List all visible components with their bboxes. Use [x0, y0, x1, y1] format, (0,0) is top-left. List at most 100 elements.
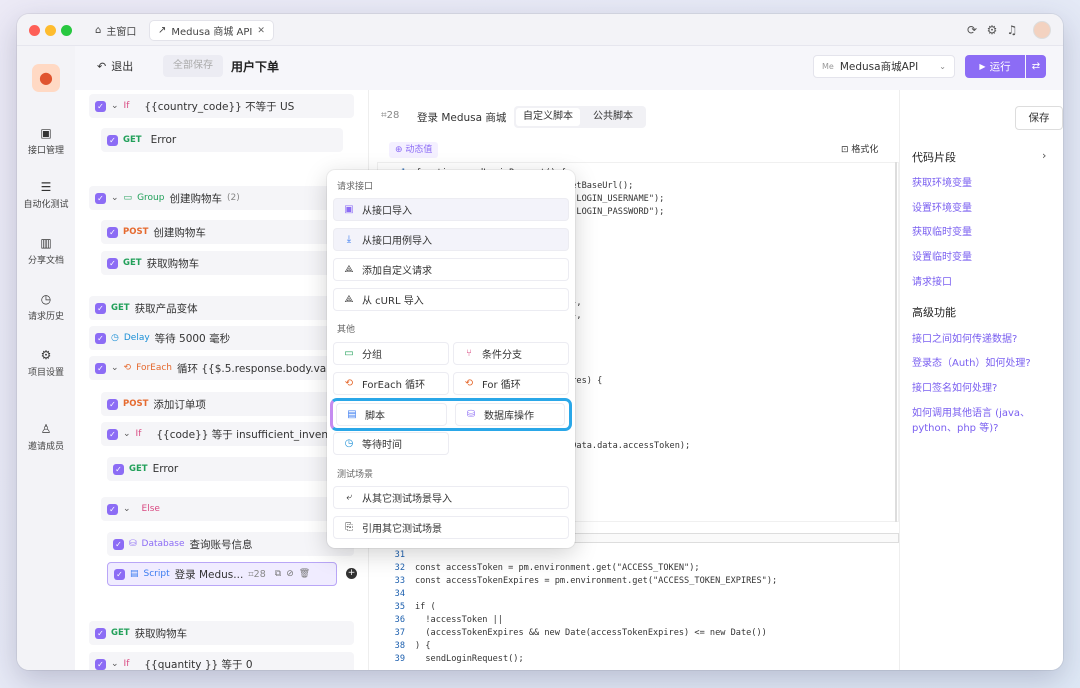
- flow-row-if[interactable]: ✓ ⌄ If {{code}} 等于 insufficient_invent: [101, 422, 354, 446]
- flow-row-database[interactable]: ✓ ⛁ Database 查询账号信息: [107, 532, 354, 556]
- flow-row-post[interactable]: ✓ POST 创建购物车: [101, 220, 343, 244]
- delete-icon[interactable]: 🗑: [299, 569, 310, 579]
- checkbox[interactable]: ✓: [107, 226, 118, 238]
- snippet-request-api[interactable]: 请求接口: [912, 275, 952, 290]
- help-link[interactable]: 接口之间如何传递数据?: [912, 332, 1017, 347]
- checkbox[interactable]: ✓: [113, 463, 124, 475]
- test-flow-tree: ✓ ⌄ If {{country_code}} 不等于 US ✓ GET Err…: [75, 90, 369, 670]
- menu-item-ref-scene[interactable]: ⎘ 引用其它测试场景: [333, 516, 569, 539]
- code-area-bottom[interactable]: 31 32 const accessToken = pm.environment.g…: [377, 545, 899, 670]
- flow-row-text: 查询账号信息: [189, 538, 253, 551]
- menu-item-condition[interactable]: ⑂ 条件分支: [453, 342, 569, 365]
- flow-row-get[interactable]: ✓ GET 获取购物车: [101, 251, 343, 275]
- sidebar-item-invite[interactable]: ♙ 邀请成员: [17, 422, 75, 452]
- menu-item-import-scene[interactable]: ⤶ 从其它测试场景导入: [333, 486, 569, 509]
- maximize-window-button[interactable]: [61, 25, 72, 36]
- refresh-icon[interactable]: ⟳: [965, 23, 979, 37]
- tab-custom-script[interactable]: 自定义脚本: [516, 108, 580, 126]
- menu-item-wait[interactable]: ◷ 等待时间: [333, 432, 449, 455]
- bell-icon[interactable]: ♫: [1005, 23, 1019, 37]
- close-window-button[interactable]: [29, 25, 40, 36]
- flow-row-get[interactable]: ✓ GET 获取产品变体: [89, 296, 354, 320]
- chevron-down-icon[interactable]: ⌄: [111, 193, 119, 203]
- chevron-right-icon[interactable]: ›: [1042, 149, 1046, 162]
- dynamic-value-button[interactable]: ⊕ 动态值: [389, 142, 439, 158]
- help-link[interactable]: 如何调用其他语言 (java、python、php 等)?: [912, 406, 1052, 436]
- environment-select[interactable]: Me Medusa商城API ⌄: [813, 55, 955, 78]
- snippet-set-temp[interactable]: 设置临时变量: [912, 250, 972, 265]
- chevron-down-icon[interactable]: ⌄: [111, 363, 119, 373]
- checkbox[interactable]: ✓: [95, 362, 106, 374]
- flow-row-else[interactable]: ✓ ⌄ Else: [101, 497, 354, 521]
- minimize-window-button[interactable]: [45, 25, 56, 36]
- run-button[interactable]: ▶ 运行: [965, 55, 1025, 78]
- script-icon: ▤: [130, 569, 139, 579]
- flow-row-if[interactable]: ✓ ⌄ If {{quantity }} 等于 0: [89, 652, 354, 670]
- disable-icon[interactable]: ⊘: [286, 569, 294, 579]
- flow-row-script-selected[interactable]: ✓ ▤ Script 登录 Medus... ⌗28 ⧉ ⊘ 🗑: [107, 562, 337, 586]
- checkbox[interactable]: ✓: [113, 538, 124, 550]
- add-step-icon[interactable]: +: [346, 568, 357, 579]
- menu-item-script[interactable]: ▤ 脚本: [336, 403, 447, 426]
- menu-item-import-case[interactable]: ⤓ 从接口用例导入: [333, 228, 569, 251]
- line-number: 33: [394, 576, 405, 586]
- menu-item-add-custom[interactable]: ⟁ 添加自定义请求: [333, 258, 569, 281]
- flow-row-get[interactable]: ✓ GET 获取购物车: [89, 621, 354, 645]
- sidebar-item-api[interactable]: ▣ 接口管理: [17, 126, 75, 156]
- tab-project[interactable]: ↗ Medusa 商城 API ✕: [149, 20, 274, 41]
- checkbox[interactable]: ✓: [107, 134, 118, 146]
- back-button[interactable]: ↶ 退出: [97, 58, 133, 74]
- checkbox[interactable]: ✓: [114, 568, 125, 580]
- checkbox[interactable]: ✓: [95, 332, 106, 344]
- flow-row-post[interactable]: ✓ POST 添加订单项: [101, 392, 354, 416]
- checkbox[interactable]: ✓: [95, 192, 106, 204]
- checkbox[interactable]: ✓: [107, 503, 118, 515]
- save-all-button[interactable]: 全部保存: [163, 55, 223, 77]
- snippet-get-env[interactable]: 获取环境变量: [912, 176, 972, 191]
- checkbox[interactable]: ✓: [95, 302, 106, 314]
- checkbox[interactable]: ✓: [95, 658, 106, 670]
- chevron-down-icon[interactable]: ⌄: [111, 101, 119, 111]
- chevron-down-icon[interactable]: ⌄: [123, 504, 131, 514]
- copy-icon[interactable]: ⧉: [275, 569, 281, 579]
- flow-row-foreach[interactable]: ✓ ⌄ ⟲ ForEach 循环 {{$.5.response.body.var…: [89, 356, 354, 380]
- help-link[interactable]: 接口签名如何处理?: [912, 381, 997, 396]
- sidebar-item-automation[interactable]: ☰ 自动化测试: [17, 180, 75, 210]
- gear-icon[interactable]: ⚙: [985, 23, 999, 37]
- sidebar-item-history[interactable]: ◷ 请求历史: [17, 292, 75, 322]
- help-link[interactable]: 登录态（Auth）如何处理?: [912, 356, 1031, 371]
- close-tab-icon[interactable]: ✕: [257, 26, 265, 36]
- menu-item-import-curl[interactable]: ⟁ 从 cURL 导入: [333, 288, 569, 311]
- flow-row-get[interactable]: ✓ GET Error: [107, 457, 354, 481]
- snippet-get-temp[interactable]: 获取临时变量: [912, 225, 972, 240]
- loop-icon: ⟲: [344, 377, 354, 389]
- invite-icon: ♙: [40, 422, 52, 436]
- snippet-set-env[interactable]: 设置环境变量: [912, 201, 972, 216]
- method-post: POST: [123, 399, 149, 409]
- checkbox[interactable]: ✓: [107, 398, 118, 410]
- run-options-button[interactable]: ⇄: [1026, 55, 1046, 78]
- flow-row-get[interactable]: ✓ GET Error: [101, 128, 343, 152]
- avatar[interactable]: [1033, 21, 1051, 39]
- format-button[interactable]: ⊡ 格式化: [841, 142, 878, 155]
- menu-item-for[interactable]: ⟲ For 循环: [453, 372, 569, 395]
- chevron-down-icon[interactable]: ⌄: [123, 429, 131, 439]
- checkbox[interactable]: ✓: [107, 428, 118, 440]
- scrollbar[interactable]: [895, 162, 897, 522]
- menu-item-database[interactable]: ⛁ 数据库操作: [455, 403, 565, 426]
- flow-row-group[interactable]: ✓ ⌄ ▭ Group 创建购物车 (2): [89, 186, 354, 210]
- checkbox[interactable]: ✓: [95, 627, 106, 639]
- sidebar-item-settings[interactable]: ⚙ 项目设置: [17, 348, 75, 378]
- tab-public-script[interactable]: 公共脚本: [582, 108, 644, 126]
- menu-item-import-api[interactable]: ▣ 从接口导入: [333, 198, 569, 221]
- flow-row-delay[interactable]: ✓ ◷ Delay 等待 5000 毫秒: [89, 326, 354, 350]
- checkbox[interactable]: ✓: [95, 100, 106, 112]
- line-number: 31: [394, 550, 405, 560]
- flow-row-if[interactable]: ✓ ⌄ If {{country_code}} 不等于 US: [89, 94, 354, 118]
- sidebar-item-docs[interactable]: ▥ 分享文档: [17, 236, 75, 266]
- tab-home[interactable]: ⌂ 主窗口: [87, 20, 144, 41]
- menu-item-foreach[interactable]: ⟲ ForEach 循环: [333, 372, 449, 395]
- menu-item-group[interactable]: ▭ 分组: [333, 342, 449, 365]
- checkbox[interactable]: ✓: [107, 257, 118, 269]
- chevron-down-icon[interactable]: ⌄: [111, 659, 119, 669]
